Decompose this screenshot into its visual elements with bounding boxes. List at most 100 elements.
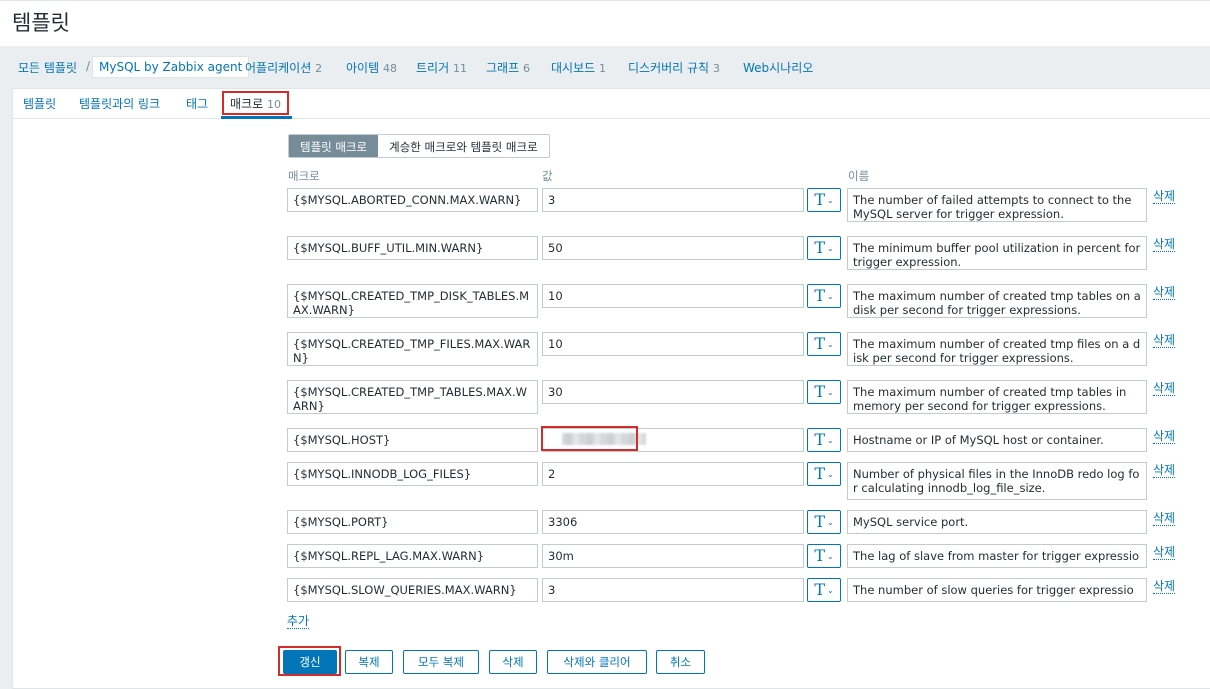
macro-value-input[interactable]: 10 — [542, 284, 804, 308]
remove-macro-link[interactable]: 삭제 — [1153, 286, 1176, 300]
update-button[interactable]: 갱신 — [283, 650, 337, 674]
tab-macros[interactable]: 매크로 10 — [230, 95, 281, 112]
macro-name-input[interactable]: {$MYSQL.CREATED_TMP_TABLES.MAX.WARN} — [287, 380, 538, 414]
column-header-macro: 매크로 — [288, 169, 320, 183]
macro-description-input[interactable]: Number of physical files in the InnoDB r… — [847, 462, 1147, 500]
inherited-macros-toggle[interactable]: 계승한 매크로와 템플릿 매크로 — [378, 135, 549, 157]
breadcrumb-graphs[interactable]: 그래프 6 — [486, 59, 530, 76]
chevron-down-icon: ⌄ — [826, 387, 834, 397]
macro-value-input[interactable]: 3 — [542, 188, 804, 212]
breadcrumb-dashboards[interactable]: 대시보드 1 — [551, 59, 606, 76]
breadcrumb-label: 대시보드 — [551, 61, 596, 75]
remove-macro-link[interactable]: 삭제 — [1153, 430, 1176, 444]
active-tab-underline — [221, 116, 292, 119]
text-type-icon: T — [814, 382, 825, 401]
breadcrumb-web-scenarios[interactable]: Web시나리오 — [743, 59, 813, 76]
tab-template[interactable]: 템플릿 — [23, 95, 56, 112]
macro-description-input[interactable]: The lag of slave from master for trigger… — [847, 544, 1147, 568]
page-title: 템플릿 — [12, 11, 70, 35]
macro-name-input[interactable]: {$MYSQL.CREATED_TMP_DISK_TABLES.MAX.WARN… — [287, 284, 538, 318]
macro-type-dropdown[interactable]: T ⌄ — [807, 236, 841, 260]
macro-description-input[interactable]: The maximum number of created tmp tables… — [847, 380, 1147, 414]
macro-value-input[interactable]: 50 — [542, 236, 804, 260]
macro-description-input[interactable]: The minimum buffer pool utilization in p… — [847, 236, 1147, 270]
chevron-down-icon: ⌄ — [826, 243, 834, 253]
delete-button[interactable]: 삭제 — [489, 650, 537, 674]
macro-description-input[interactable]: The maximum number of created tmp tables… — [847, 284, 1147, 318]
add-macro-link[interactable]: 추가 — [287, 615, 310, 629]
breadcrumb-count: 3 — [712, 62, 720, 75]
chevron-down-icon: ⌄ — [826, 551, 834, 561]
delete-and-clear-button[interactable]: 삭제와 클리어 — [547, 650, 647, 674]
breadcrumb-triggers[interactable]: 트리거 11 — [416, 59, 467, 76]
macro-type-dropdown[interactable]: T ⌄ — [807, 544, 841, 568]
remove-macro-link[interactable]: 삭제 — [1153, 238, 1176, 252]
remove-macro-link[interactable]: 삭제 — [1153, 334, 1176, 348]
chevron-down-icon: ⌄ — [826, 195, 834, 205]
remove-macro-link[interactable]: 삭제 — [1153, 190, 1176, 204]
breadcrumb-count: 6 — [522, 62, 530, 75]
tabs-row: 템플릿 템플릿과의 링크 태그 매크로 10 — [13, 89, 1210, 119]
breadcrumb-label: 트리거 — [416, 61, 450, 75]
remove-macro-link[interactable]: 삭제 — [1153, 546, 1176, 560]
macro-description-input[interactable]: The maximum number of created tmp files … — [847, 332, 1147, 366]
macro-type-dropdown[interactable]: T ⌄ — [807, 428, 841, 452]
macro-description-input[interactable]: The number of slow queries for trigger e… — [847, 578, 1147, 602]
macro-description-input[interactable]: MySQL service port. — [847, 510, 1147, 534]
macro-value-input[interactable]: 3 — [542, 578, 804, 602]
breadcrumb-label: 그래프 — [486, 61, 520, 75]
breadcrumb-label: 디스커버리 규칙 — [628, 61, 710, 75]
text-type-icon: T — [814, 286, 825, 305]
macro-type-dropdown[interactable]: T ⌄ — [807, 284, 841, 308]
macro-type-dropdown[interactable]: T ⌄ — [807, 462, 841, 486]
macro-type-dropdown[interactable]: T ⌄ — [807, 510, 841, 534]
text-type-icon: T — [814, 430, 825, 449]
remove-macro-link[interactable]: 삭제 — [1153, 512, 1176, 526]
macro-type-dropdown[interactable]: T ⌄ — [807, 578, 841, 602]
macro-name-input[interactable]: {$MYSQL.CREATED_TMP_FILES.MAX.WARN} — [287, 332, 538, 366]
remove-macro-link[interactable]: 삭제 — [1153, 464, 1176, 478]
chevron-down-icon: ⌄ — [826, 585, 834, 595]
tab-linked-templates[interactable]: 템플릿과의 링크 — [79, 95, 160, 112]
breadcrumb-all-templates[interactable]: 모든 템플릿 — [18, 59, 77, 76]
macro-name-input[interactable]: {$MYSQL.INNODB_LOG_FILES} — [287, 462, 538, 486]
breadcrumb-items[interactable]: 아이템 48 — [346, 59, 397, 76]
macro-name-input[interactable]: {$MYSQL.BUFF_UTIL.MIN.WARN} — [287, 236, 538, 260]
remove-macro-link[interactable]: 삭제 — [1153, 580, 1176, 594]
macro-name-input[interactable]: {$MYSQL.PORT} — [287, 510, 538, 534]
text-type-icon: T — [814, 190, 825, 209]
breadcrumb-discovery-rules[interactable]: 디스커버리 규칙 3 — [628, 59, 720, 76]
macro-value-input[interactable]: 30m — [542, 544, 804, 568]
breadcrumb-applications[interactable]: 어플리케이션 2 — [245, 59, 322, 76]
macro-type-dropdown[interactable]: T ⌄ — [807, 380, 841, 404]
clone-button[interactable]: 복제 — [345, 650, 393, 674]
text-type-icon: T — [814, 464, 825, 483]
breadcrumb-label: 아이템 — [346, 61, 380, 75]
breadcrumb-count: 48 — [382, 62, 397, 75]
macro-type-dropdown[interactable]: T ⌄ — [807, 332, 841, 356]
chevron-down-icon: ⌄ — [826, 517, 834, 527]
macro-value-input[interactable]: 30 — [542, 380, 804, 404]
macro-name-input[interactable]: {$MYSQL.SLOW_QUERIES.MAX.WARN} — [287, 578, 538, 602]
full-clone-button[interactable]: 모두 복제 — [403, 650, 479, 674]
macro-name-input[interactable]: {$MYSQL.ABORTED_CONN.MAX.WARN} — [287, 188, 538, 212]
breadcrumb-current-template[interactable]: MySQL by Zabbix agent — [92, 56, 250, 78]
cancel-button[interactable]: 취소 — [656, 650, 705, 674]
macro-type-dropdown[interactable]: T ⌄ — [807, 188, 841, 212]
macro-name-input[interactable]: {$MYSQL.HOST} — [287, 428, 538, 452]
chevron-down-icon: ⌄ — [826, 435, 834, 445]
template-macros-toggle[interactable]: 템플릿 매크로 — [289, 135, 379, 157]
remove-macro-link[interactable]: 삭제 — [1153, 382, 1176, 396]
macro-description-input[interactable]: Hostname or IP of MySQL host or containe… — [847, 428, 1147, 452]
macro-value-input[interactable]: 3306 — [542, 510, 804, 534]
column-header-value: 값 — [542, 169, 553, 183]
macro-value-input[interactable]: 10 — [542, 332, 804, 356]
text-type-icon: T — [814, 238, 825, 257]
macro-value-input[interactable]: 2 — [542, 462, 804, 486]
breadcrumb-label: Web시나리오 — [743, 61, 814, 75]
chevron-down-icon: ⌄ — [826, 291, 834, 301]
macro-description-input[interactable]: The number of failed attempts to connect… — [847, 188, 1147, 222]
macro-name-input[interactable]: {$MYSQL.REPL_LAG.MAX.WARN} — [287, 544, 538, 568]
tab-tags[interactable]: 태그 — [186, 95, 208, 112]
chevron-down-icon: ⌄ — [826, 469, 834, 479]
